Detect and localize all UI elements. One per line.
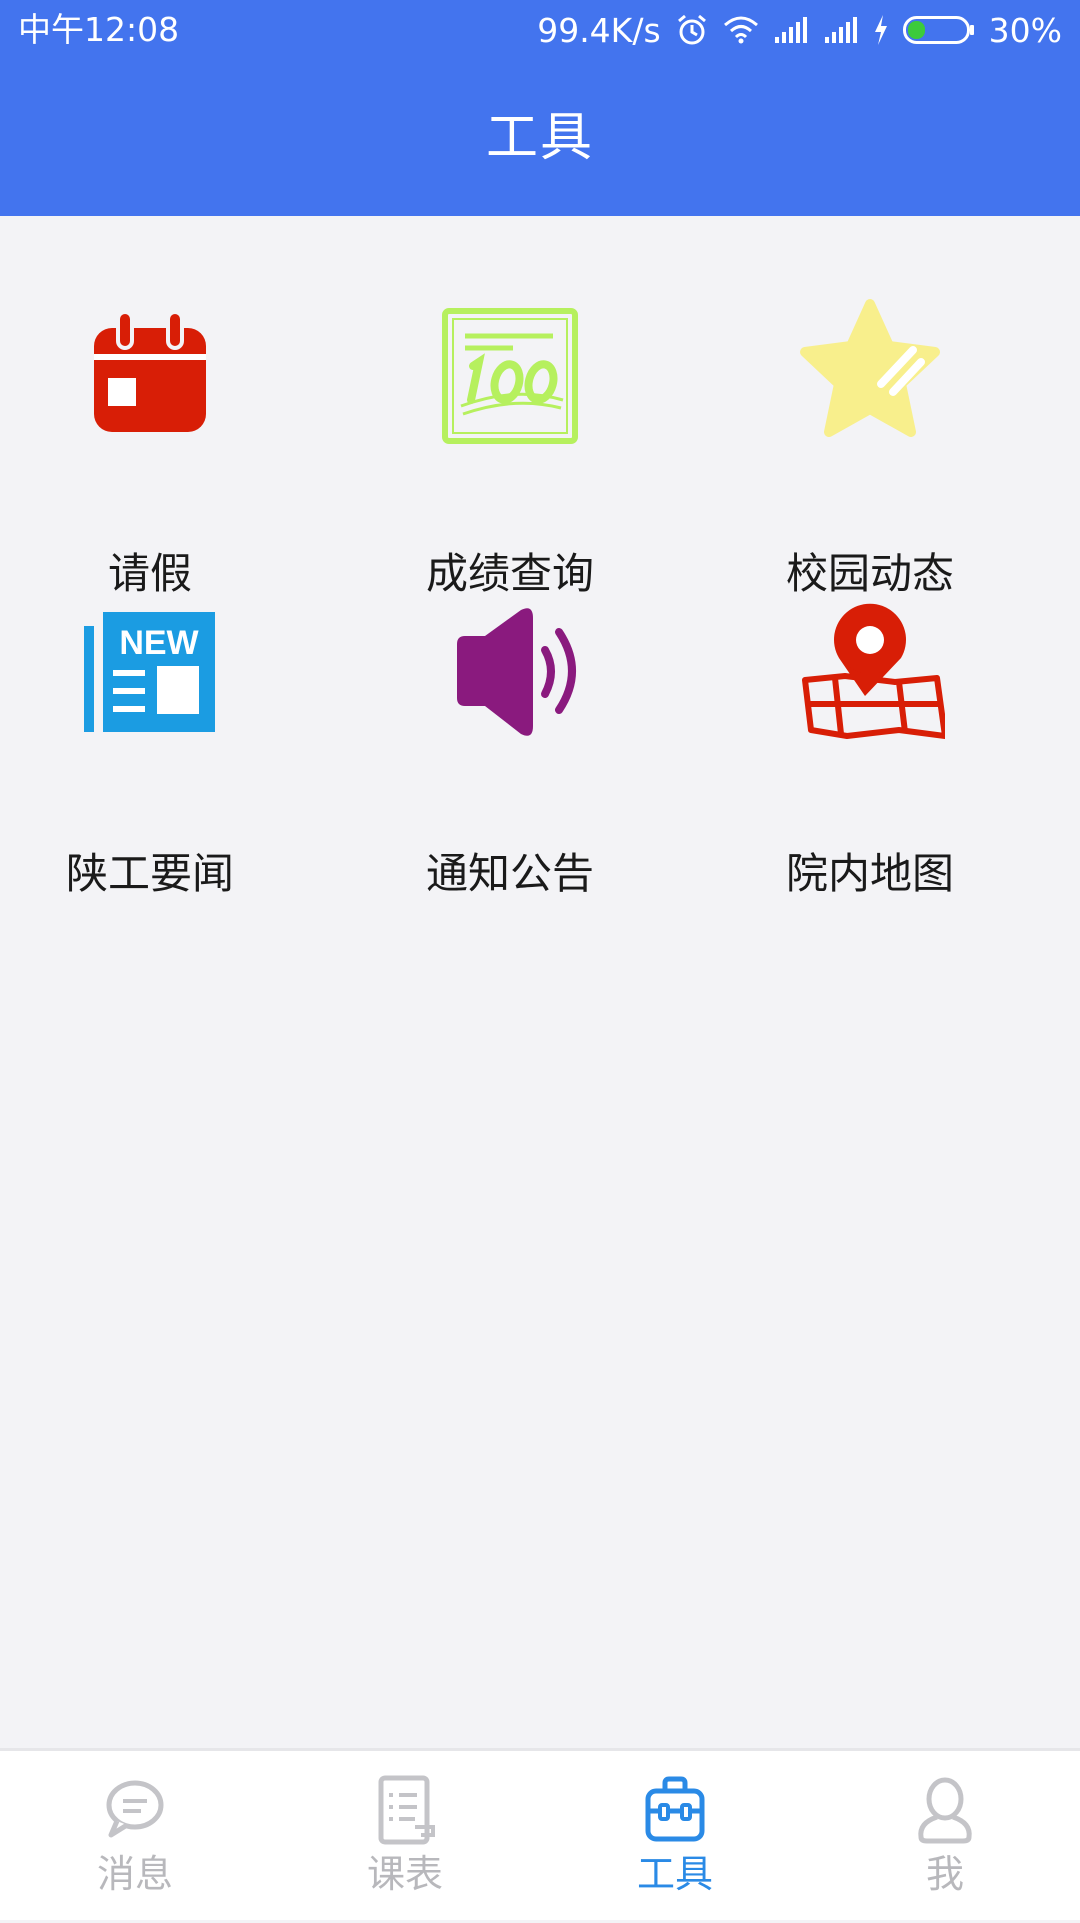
tool-score-query[interactable]: 成绩查询: [360, 296, 660, 598]
map-pin-icon: [795, 596, 945, 746]
nav-bar: 工具: [0, 60, 1080, 216]
chat-bubble-icon: [105, 1775, 165, 1845]
user-icon: [915, 1775, 975, 1845]
schedule-icon: [375, 1775, 435, 1845]
tab-schedule[interactable]: 课表: [270, 1751, 540, 1923]
wifi-icon: [723, 15, 759, 45]
charging-icon: [873, 15, 889, 45]
tab-me[interactable]: 我: [810, 1751, 1080, 1923]
signal-icon: [823, 17, 859, 43]
score-100-icon: [435, 296, 585, 446]
page-title: 工具: [485, 108, 594, 168]
calendar-icon: [75, 296, 225, 446]
tool-campus-map-label: 院内地图: [785, 849, 954, 898]
tool-announcements-label: 通知公告: [425, 849, 594, 898]
battery-icon: [902, 16, 975, 44]
alarm-icon: [675, 13, 709, 47]
tool-headlines[interactable]: NEW 陕工要闻: [0, 596, 300, 898]
tool-score-query-label: 成绩查询: [425, 549, 594, 598]
star-icon: [795, 296, 945, 446]
status-bar: 中午12:08 99.4K/s 30%: [0, 0, 1080, 60]
tool-leave-label: 请假: [107, 549, 192, 598]
tool-campus-news[interactable]: 校园动态: [720, 296, 1020, 598]
tool-headlines-label: 陕工要闻: [65, 849, 234, 898]
tab-tools-label: 工具: [636, 1852, 713, 1896]
newspaper-icon: NEW: [75, 596, 225, 746]
news-badge-text: NEW: [119, 624, 199, 662]
tab-schedule-label: 课表: [366, 1852, 443, 1896]
status-time: 中午12:08: [18, 10, 180, 49]
tab-messages-label: 消息: [96, 1852, 173, 1896]
tab-me-label: 我: [925, 1852, 964, 1896]
tool-campus-news-label: 校园动态: [785, 549, 954, 598]
bottom-tab-bar: 消息 课表 工具 我: [0, 1748, 1080, 1920]
status-indicators: 99.4K/s 30%: [537, 10, 1062, 50]
tab-tools[interactable]: 工具: [540, 1751, 810, 1923]
speaker-icon: [435, 596, 585, 746]
battery-percent: 30%: [988, 10, 1062, 50]
toolbox-icon: [645, 1775, 705, 1845]
tool-announcements[interactable]: 通知公告: [360, 596, 660, 898]
tool-leave[interactable]: 请假: [0, 296, 300, 598]
tab-messages[interactable]: 消息: [0, 1751, 270, 1923]
signal-icon: [773, 17, 809, 43]
tool-campus-map[interactable]: 院内地图: [720, 596, 1020, 898]
network-speed: 99.4K/s: [537, 10, 661, 50]
